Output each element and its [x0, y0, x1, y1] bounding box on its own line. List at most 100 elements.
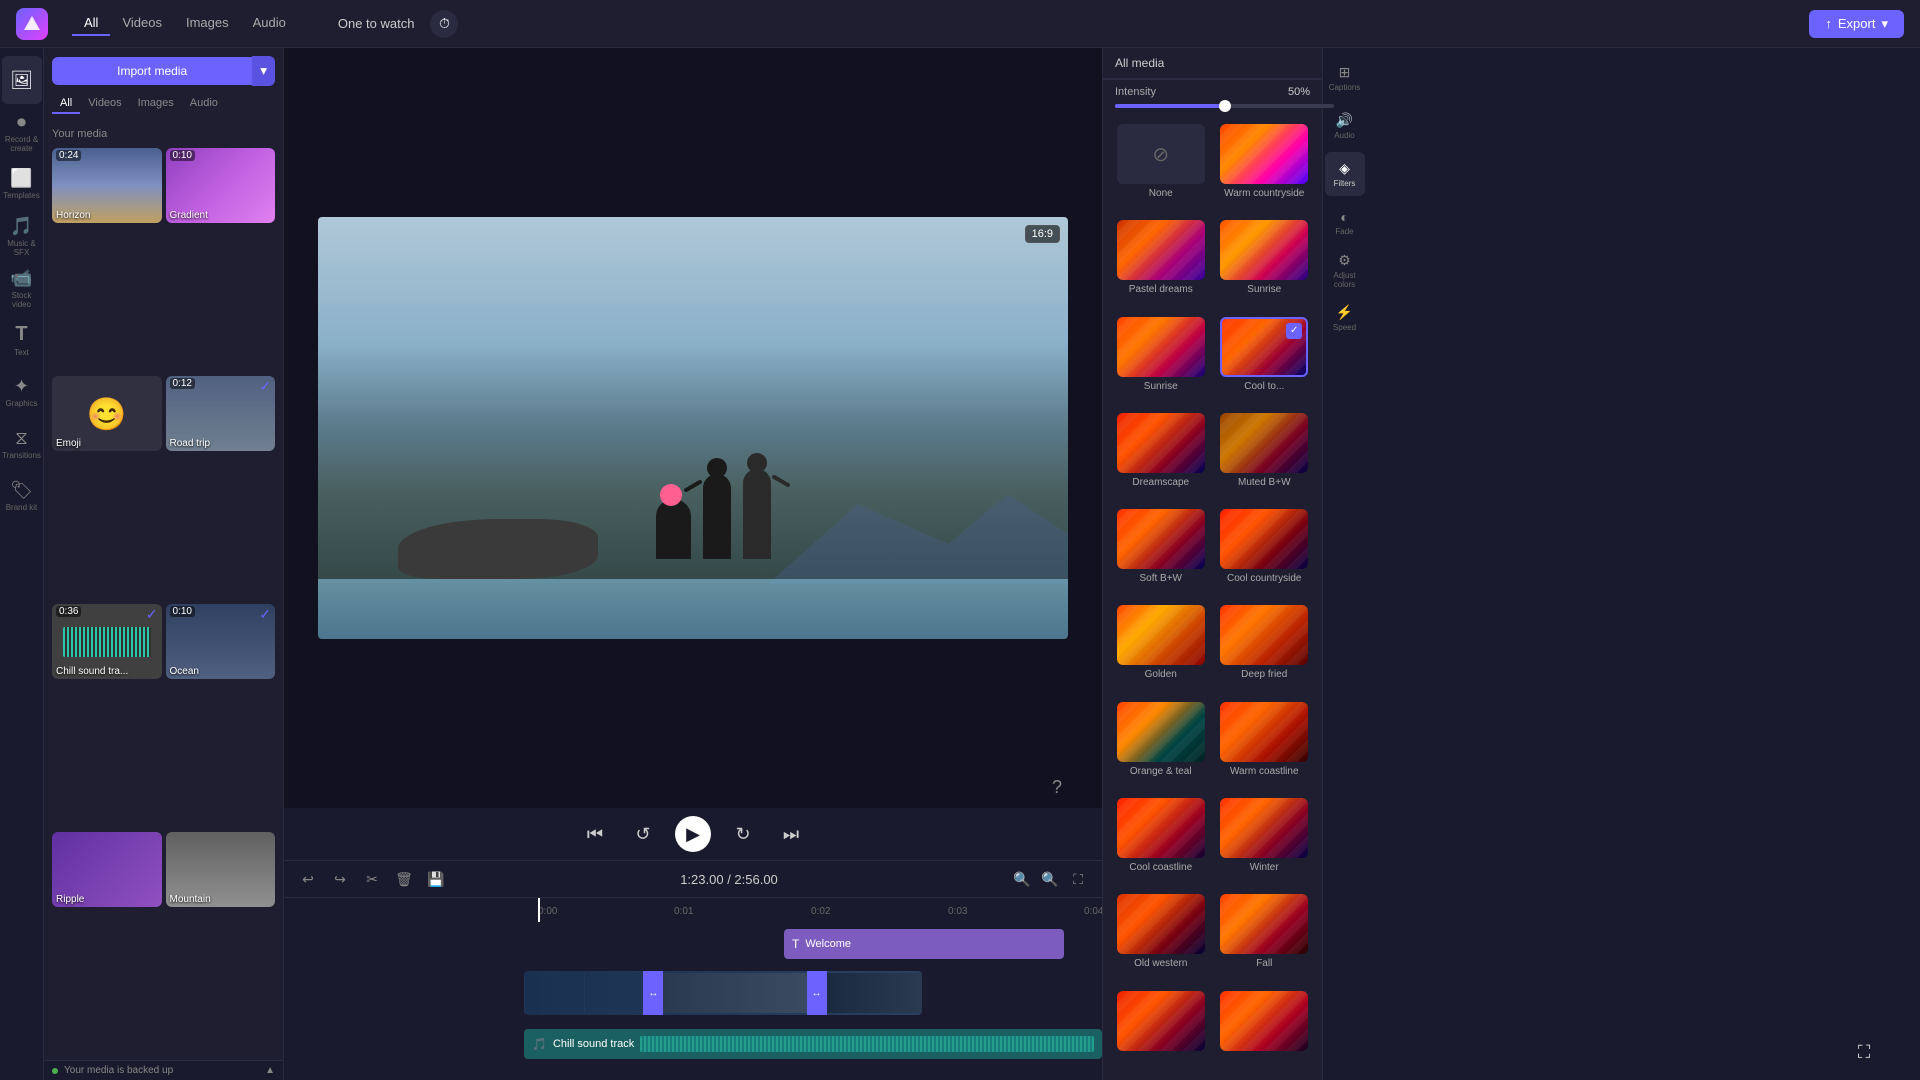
filter-cool-countryside-2[interactable]: Cool countryside	[1215, 509, 1315, 601]
chevron-up-icon[interactable]: ▲	[265, 1065, 275, 1076]
undo-button[interactable]: ↩	[296, 867, 320, 891]
figures-group	[656, 469, 771, 559]
timeline-ruler: 0:00 0:01 0:02 0:03 0:04 0:05 0:06 0:07	[284, 898, 1102, 922]
play-button[interactable]: ▶	[675, 816, 711, 852]
sidebar-item-transitions[interactable]: ⧖ Transitions	[2, 420, 42, 468]
aspect-ratio-badge[interactable]: 16:9	[1025, 225, 1060, 243]
export-button[interactable]: ↑ Export ▾	[1809, 10, 1904, 38]
media-item-mountain[interactable]: Mountain	[166, 832, 276, 907]
filter-warm-coastline[interactable]: Warm coastline	[1215, 702, 1315, 794]
delete-button[interactable]: 🗑	[392, 867, 416, 891]
video-track-content: ↔ ↔	[524, 966, 1102, 1020]
sidebar-item-audio[interactable]: 🔊 Audio	[1325, 104, 1365, 148]
export-chevron-icon: ▾	[1881, 16, 1888, 32]
audio-clip[interactable]: 🎵 Chill sound track	[524, 1029, 1102, 1059]
filter-golden[interactable]: Golden	[1111, 605, 1211, 697]
ruler-tick-4: 0:04	[1084, 906, 1102, 917]
filter-pastel-dreams[interactable]: Pastel dreams	[1111, 220, 1211, 312]
split-marker-right[interactable]: ↔	[807, 971, 827, 1015]
filter-soft-bw[interactable]: Soft B+W	[1111, 509, 1211, 601]
media-tab-all[interactable]: All	[52, 94, 80, 114]
audio-clip-label: Chill sound track	[553, 1038, 634, 1050]
media-item-horizon[interactable]: 0:24 Horizon	[52, 148, 162, 223]
sidebar-item-text[interactable]: T Text	[2, 316, 42, 364]
media-item-gradient[interactable]: 0:10 Gradient	[166, 148, 276, 223]
import-btn-row: Import media ▾	[52, 56, 275, 86]
filter-old-western[interactable]: Old western	[1111, 894, 1211, 986]
filter-sunrise-2[interactable]: Sunrise	[1111, 317, 1211, 409]
filter-cool-countryside-selected[interactable]: ✓ Cool to...	[1215, 317, 1315, 409]
skip-end-button[interactable]: ⏭	[775, 818, 807, 850]
tab-all[interactable]: All	[72, 11, 110, 36]
filter-dreamscape[interactable]: Dreamscape	[1111, 413, 1211, 505]
filters-icon: ◈	[1339, 160, 1350, 177]
sidebar-item-speed[interactable]: ⚡ Speed	[1325, 296, 1365, 340]
cut-button[interactable]: ✂	[360, 867, 384, 891]
sidebar-item-templates[interactable]: ⬜ Templates	[2, 160, 42, 208]
media-item-chill[interactable]: 0:36 Chill sound tra... ✓	[52, 604, 162, 679]
skip-start-button[interactable]: ⏮	[579, 818, 611, 850]
media-tab-videos[interactable]: Videos	[80, 94, 129, 114]
filter-sunrise-1[interactable]: Sunrise	[1215, 220, 1315, 312]
rewind-button[interactable]: ↺	[627, 818, 659, 850]
fast-forward-button[interactable]: ↻	[727, 818, 759, 850]
video-clip-1[interactable]: ↔ ↔	[524, 971, 922, 1015]
sidebar-item-stock[interactable]: 📹 Stock video	[2, 264, 42, 312]
save-button[interactable]: 💾	[424, 867, 448, 891]
redo-button[interactable]: ↪	[328, 867, 352, 891]
zoom-in-button[interactable]: 🔍	[1038, 867, 1062, 891]
filter-cool-coastline[interactable]: Cool coastline	[1111, 798, 1211, 890]
media-duration: 0:10	[170, 606, 195, 617]
media-label: Emoji	[56, 438, 81, 449]
fit-button[interactable]: ⛶	[1066, 867, 1090, 891]
split-marker-left[interactable]: ↔	[643, 971, 663, 1015]
filter-bottom-2[interactable]	[1215, 991, 1315, 1072]
intensity-thumb[interactable]	[1219, 100, 1231, 112]
media-item-emoji[interactable]: 😊 Emoji	[52, 376, 162, 451]
media-item-ripple[interactable]: Ripple	[52, 832, 162, 907]
filter-sunrise-1-label: Sunrise	[1247, 284, 1281, 295]
sidebar-item-adjust[interactable]: ⚙ Adjust colors	[1325, 248, 1365, 292]
title-clip[interactable]: T Welcome	[784, 929, 1064, 959]
check-icon: ✓	[259, 606, 271, 623]
audio-label: Audio	[1334, 131, 1354, 140]
help-button[interactable]: ?	[1052, 777, 1062, 798]
media-tab-images[interactable]: Images	[130, 94, 182, 114]
filter-winter[interactable]: Winter	[1215, 798, 1315, 890]
media-tab-audio[interactable]: Audio	[182, 94, 226, 114]
sidebar-item-record[interactable]: ⏺ Record & create	[2, 108, 42, 156]
sidebar-item-filters[interactable]: ◈ Filters	[1325, 152, 1365, 196]
sidebar-item-captions[interactable]: ⊞ Captions	[1325, 56, 1365, 100]
sidebar-item-graphics[interactable]: ✦ Graphics	[2, 368, 42, 416]
clock-icon[interactable]: ⏱	[430, 10, 458, 38]
filter-grid: ⊘ None Warm countryside Pastel dreams	[1103, 116, 1322, 1080]
filter-fall[interactable]: Fall	[1215, 894, 1315, 986]
sidebar-item-brand[interactable]: 🏷 Brand kit	[2, 472, 42, 520]
filter-muted-bw[interactable]: Muted B+W	[1215, 413, 1315, 505]
intensity-slider[interactable]	[1115, 104, 1334, 108]
sidebar-item-media[interactable]: 🖼	[2, 56, 42, 104]
filter-pastel-dreams-label: Pastel dreams	[1129, 284, 1193, 295]
media-item-ocean[interactable]: 0:10 Ocean ✓	[166, 604, 276, 679]
tab-images[interactable]: Images	[174, 11, 241, 36]
zoom-out-button[interactable]: 🔍	[1010, 867, 1034, 891]
timeline-tracks: T Welcome ↔	[284, 922, 1102, 1080]
media-item-road-trip[interactable]: 0:12 Road trip ✓	[166, 376, 276, 451]
import-media-button[interactable]: Import media	[52, 57, 252, 85]
tab-videos[interactable]: Videos	[110, 11, 174, 36]
filter-bottom-1[interactable]	[1111, 991, 1211, 1072]
import-media-arrow-button[interactable]: ▾	[252, 56, 275, 86]
sidebar-item-fade[interactable]: ◐ Fade	[1325, 200, 1365, 244]
title-track-row: T Welcome	[284, 926, 1102, 962]
music-icon: 🎵	[10, 216, 32, 237]
center-area: 16:9 ? ⏮ ↺ ▶ ↻ ⏭ ⛶ ↩ ↪ ✂ 🗑 💾 1:23.00 / 2…	[284, 48, 1102, 1080]
all-media-label: All media	[1115, 56, 1164, 70]
sidebar-item-music[interactable]: 🎵 Music & SFX	[2, 212, 42, 260]
tab-audio[interactable]: Audio	[241, 11, 298, 36]
topbar-tabs: All Videos Images Audio	[72, 11, 298, 36]
filter-warm-countryside[interactable]: Warm countryside	[1215, 124, 1315, 216]
filter-deep-fried[interactable]: Deep fried	[1215, 605, 1315, 697]
filter-orange-teal[interactable]: Orange & teal	[1111, 702, 1211, 794]
filter-none[interactable]: ⊘ None	[1111, 124, 1211, 216]
media-label: Mountain	[170, 894, 211, 905]
